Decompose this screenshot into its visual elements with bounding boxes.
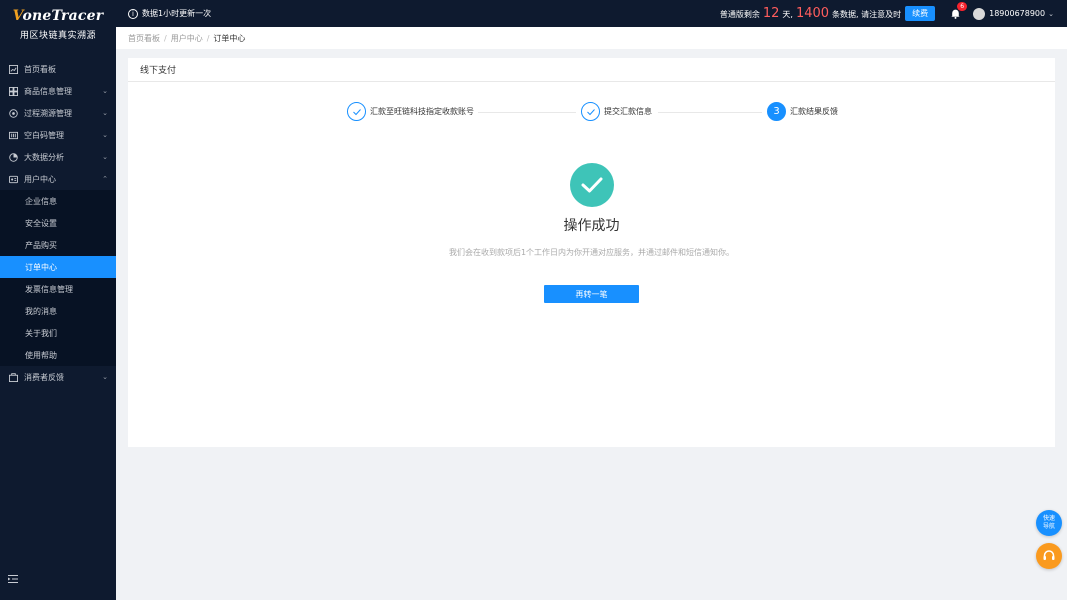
data-count: 1400 xyxy=(795,6,830,21)
quick-nav-button[interactable]: 快速 导航 xyxy=(1036,510,1062,536)
sidebar-item-label: 商品信息管理 xyxy=(24,86,72,96)
sidebar-item-dashboard[interactable]: 首页看板 xyxy=(0,58,116,80)
offline-payment-card: 线下支付 汇款至旺链科技指定收款账号 提交汇款信息 3 汇款结果反馈 操作成功 … xyxy=(128,58,1055,447)
sidebar-subitem-help[interactable]: 使用帮助 xyxy=(0,344,116,366)
sidebar-menu: 首页看板 商品信息管理 ⌄ 过程溯源管理 ⌄ 空白码管理 ⌄ 大数据分析 ⌄ 用… xyxy=(0,58,116,388)
sidebar: VoneTracer 用区块链真实溯源 首页看板 商品信息管理 ⌄ 过程溯源管理… xyxy=(0,0,116,600)
result-description: 我们会在收到款项后1个工作日内为你开通对应服务，并通过邮件和短信通知你。 xyxy=(448,248,735,257)
sidebar-item-barcode[interactable]: 空白码管理 ⌄ xyxy=(0,124,116,146)
sidebar-subitem-purchase[interactable]: 产品购买 xyxy=(0,234,116,256)
sidebar-item-feedback[interactable]: 消费者反馈 ⌄ xyxy=(0,366,116,388)
sidebar-item-label: 首页看板 xyxy=(24,64,56,74)
result: 操作成功 我们会在收到款项后1个工作日内为你开通对应服务，并通过邮件和短信通知你… xyxy=(128,163,1055,303)
steps: 汇款至旺链科技指定收款账号 提交汇款信息 3 汇款结果反馈 xyxy=(128,102,1055,124)
sidebar-item-goods[interactable]: 商品信息管理 ⌄ xyxy=(0,80,116,102)
customer-service-icon[interactable] xyxy=(1036,543,1062,569)
step-number: 3 xyxy=(767,102,786,121)
barcode-icon xyxy=(8,130,18,140)
sidebar-item-user-center[interactable]: 用户中心 ⌃ xyxy=(0,168,116,190)
success-check-icon xyxy=(569,163,614,207)
sidebar-item-label: 消费者反馈 xyxy=(24,372,64,382)
transfer-again-button[interactable]: 再转一笔 xyxy=(544,285,639,303)
trace-icon xyxy=(8,108,18,118)
logo[interactable]: VoneTracer 用区块链真实溯源 xyxy=(0,0,116,48)
days-remaining: 12 xyxy=(762,6,780,21)
step-connector xyxy=(478,112,576,113)
sidebar-item-label: 过程溯源管理 xyxy=(24,108,72,118)
step-1: 汇款至旺链科技指定收款账号 xyxy=(347,102,474,121)
header-right: 普通版剩余 12 天, 1400 条数据, 请注意及时 续费 6 1890067… xyxy=(720,0,1067,27)
breadcrumb-separator: / xyxy=(164,33,167,43)
chevron-down-icon: ⌄ xyxy=(102,87,108,95)
breadcrumb-item-user-center[interactable]: 用户中心 xyxy=(171,33,203,44)
chevron-down-icon[interactable]: ⌄ xyxy=(1048,10,1054,18)
plan-status: 普通版剩余 12 天, 1400 条数据, 请注意及时 xyxy=(720,6,901,21)
feedback-icon xyxy=(8,372,18,382)
step-label: 汇款至旺链科技指定收款账号 xyxy=(370,107,474,116)
count-suffix: 条数据, 请注意及时 xyxy=(832,10,902,19)
quick-nav-label: 快速 导航 xyxy=(1042,515,1055,530)
result-title: 操作成功 xyxy=(563,218,620,234)
user-center-submenu: 企业信息 安全设置 产品购买 订单中心 发票信息管理 我的消息 关于我们 使用帮… xyxy=(0,190,116,366)
sidebar-subitem-about[interactable]: 关于我们 xyxy=(0,322,116,344)
breadcrumb-item-home[interactable]: 首页看板 xyxy=(128,33,160,44)
sidebar-subitem-invoice[interactable]: 发票信息管理 xyxy=(0,278,116,300)
pie-chart-icon xyxy=(8,152,18,162)
sidebar-item-label: 用户中心 xyxy=(24,174,56,184)
chevron-up-icon: ⌃ xyxy=(102,175,108,183)
bell-icon[interactable]: 6 xyxy=(949,1,968,20)
avatar[interactable] xyxy=(973,7,986,20)
breadcrumb-item-current: 订单中心 xyxy=(213,33,246,43)
renew-button[interactable]: 续费 xyxy=(905,6,936,21)
sidebar-subitem-messages[interactable]: 我的消息 xyxy=(0,300,116,322)
check-icon xyxy=(347,102,366,121)
days-unit: 天, xyxy=(782,10,793,19)
sidebar-item-label: 空白码管理 xyxy=(24,130,64,140)
collapse-menu-icon[interactable] xyxy=(8,574,18,584)
update-notice: 数据1小时更新一次 xyxy=(142,9,212,18)
step-3: 3 汇款结果反馈 xyxy=(767,102,838,121)
sidebar-subitem-company-info[interactable]: 企业信息 xyxy=(0,190,116,212)
breadcrumb: 首页看板 / 用户中心 / 订单中心 xyxy=(116,27,1067,49)
logo-subtitle: 用区块链真实溯源 xyxy=(19,30,96,41)
chevron-down-icon: ⌄ xyxy=(102,131,108,139)
sidebar-subitem-security[interactable]: 安全设置 xyxy=(0,212,116,234)
logo-text: VoneTracer xyxy=(12,7,104,24)
sidebar-item-label: 大数据分析 xyxy=(24,152,64,162)
card-title: 线下支付 xyxy=(128,58,1055,82)
sidebar-item-trace[interactable]: 过程溯源管理 ⌄ xyxy=(0,102,116,124)
breadcrumb-separator: / xyxy=(206,33,210,43)
check-icon xyxy=(581,102,600,121)
chevron-down-icon: ⌄ xyxy=(102,109,108,117)
notification-badge: 6 xyxy=(957,1,968,11)
chevron-down-icon: ⌄ xyxy=(102,373,108,381)
user-card-icon xyxy=(8,174,18,184)
dashboard-icon xyxy=(8,64,18,74)
step-2: 提交汇款信息 xyxy=(581,102,652,121)
step-label: 提交汇款信息 xyxy=(604,107,652,116)
goods-icon xyxy=(8,86,18,96)
top-header: i 数据1小时更新一次 普通版剩余 12 天, 1400 条数据, 请注意及时 … xyxy=(116,0,1067,27)
info-icon: i xyxy=(128,8,138,19)
sidebar-subitem-orders[interactable]: 订单中心 xyxy=(0,256,116,278)
chevron-down-icon: ⌄ xyxy=(102,153,108,161)
sidebar-item-bigdata[interactable]: 大数据分析 ⌄ xyxy=(0,146,116,168)
user-phone[interactable]: 18900678900 xyxy=(989,9,1045,18)
step-connector xyxy=(658,112,762,113)
plan-prefix: 普通版剩余 xyxy=(719,10,760,19)
step-label: 汇款结果反馈 xyxy=(790,107,838,116)
